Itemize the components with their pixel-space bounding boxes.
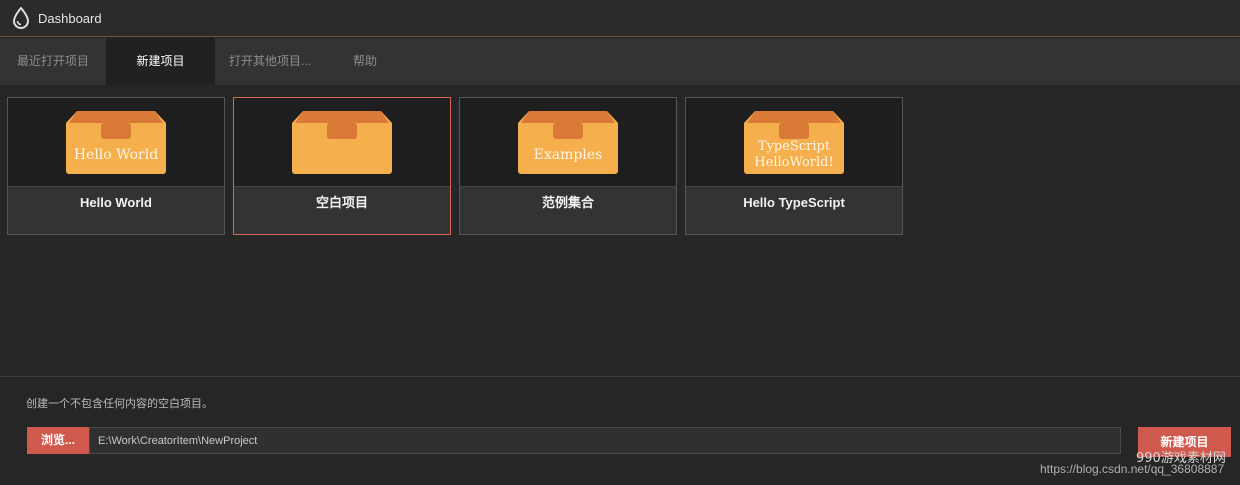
project-path-input[interactable]: [89, 427, 1121, 454]
template-thumbnail: TypeScript HelloWorld!: [686, 98, 902, 186]
template-thumbnail: Hello World: [8, 98, 224, 186]
box-caption: HelloWorld!: [754, 155, 833, 170]
box-caption: Hello World: [74, 147, 158, 163]
template-label: 范例集合: [460, 186, 676, 234]
window-title: Dashboard: [38, 10, 102, 26]
droplet-logo-icon: [10, 6, 32, 30]
template-card-hello-typescript[interactable]: TypeScript HelloWorld! Hello TypeScript: [685, 97, 903, 235]
footer-panel: 创建一个不包含任何内容的空白项目。 浏览... 新建项目 990游戏素材网 ht…: [0, 376, 1240, 485]
tab-open-other-project[interactable]: 打开其他项目...: [215, 38, 325, 85]
tab-bar: 最近打开项目 新建项目 打开其他项目... 帮助: [0, 38, 1240, 85]
template-card-examples[interactable]: Examples 范例集合: [459, 97, 677, 235]
template-card-hello-world[interactable]: Hello World Hello World: [7, 97, 225, 235]
tab-help[interactable]: 帮助: [325, 38, 405, 85]
template-thumbnail: Examples: [460, 98, 676, 186]
template-thumbnail: [234, 98, 450, 186]
box-caption: TypeScript: [758, 139, 831, 154]
tab-recent-projects[interactable]: 最近打开项目: [0, 38, 106, 85]
template-card-blank-project[interactable]: 空白项目: [233, 97, 451, 235]
box-icon: [292, 111, 392, 174]
tab-new-project[interactable]: 新建项目: [106, 38, 215, 85]
box-caption: Examples: [534, 147, 603, 163]
template-label: Hello TypeScript: [686, 186, 902, 234]
browse-button[interactable]: 浏览...: [27, 427, 89, 454]
box-icon: Examples: [518, 111, 618, 174]
template-description: 创建一个不包含任何内容的空白项目。: [26, 398, 213, 410]
box-icon: TypeScript HelloWorld!: [744, 111, 844, 174]
template-label: Hello World: [8, 186, 224, 234]
watermark-url: https://blog.csdn.net/qq_36808887: [1040, 462, 1225, 476]
template-label: 空白项目: [234, 186, 450, 234]
box-icon: Hello World: [66, 111, 166, 174]
title-bar: Dashboard: [0, 0, 1240, 37]
